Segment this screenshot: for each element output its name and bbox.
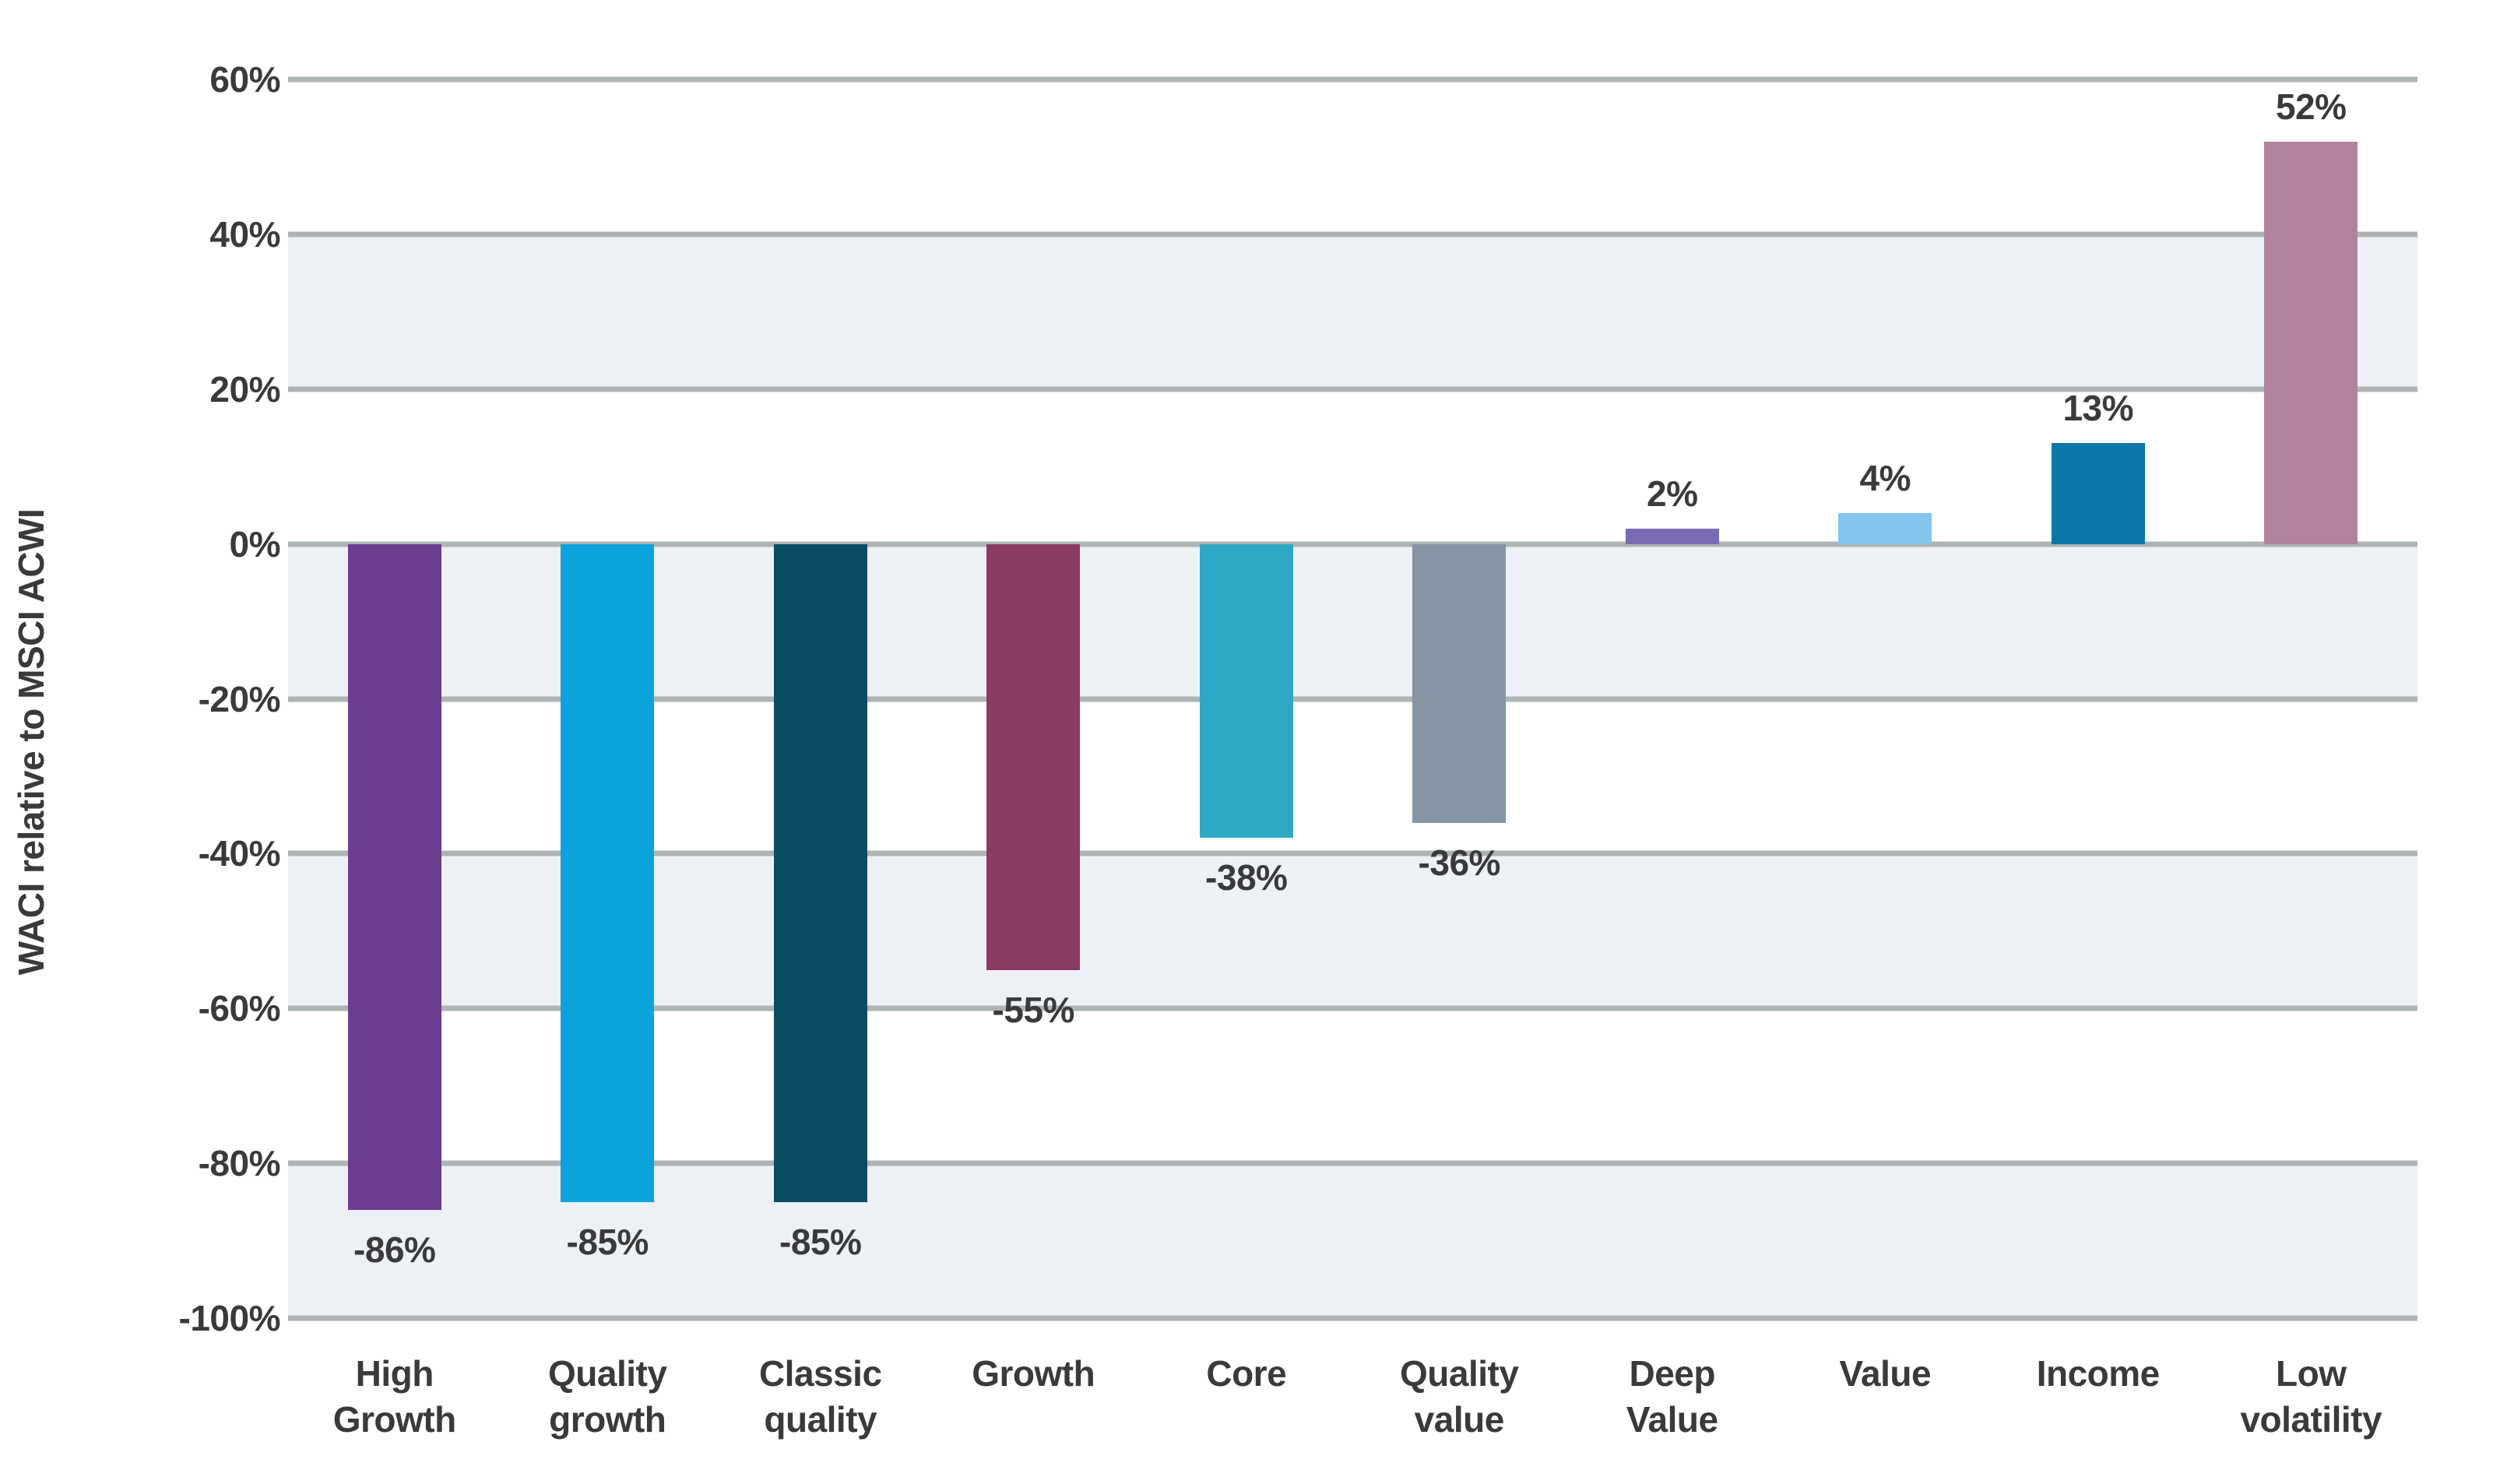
- x-axis-tick-line: volatility: [2240, 1399, 2382, 1440]
- bar[interactable]: [1199, 543, 1293, 839]
- bar-value-label: 52%: [2275, 86, 2347, 127]
- y-axis-title: WACI relative to MSCI ACWI: [11, 508, 51, 976]
- bar-slot: 4%: [1779, 79, 1992, 1318]
- bar-value-label: -85%: [566, 1221, 649, 1262]
- bar-value-label: -85%: [779, 1221, 862, 1262]
- bar[interactable]: [561, 543, 655, 1202]
- bar[interactable]: [1412, 543, 1507, 823]
- x-axis-tick-growth: Growth: [927, 1351, 1141, 1397]
- plot-area: -86% -85% -85% -55% -38% -36% 2% 4% 13% 52%: [288, 76, 2417, 1321]
- y-axis-tick-neg80: -80%: [198, 1143, 281, 1184]
- bar-value-label: -36%: [1418, 842, 1501, 883]
- x-axis-tick-low-volatility: Low volatility: [2205, 1351, 2418, 1443]
- bar[interactable]: [347, 543, 441, 1210]
- bar-slot: -38%: [1140, 79, 1353, 1318]
- x-axis-tick-classic-quality: Classic quality: [714, 1351, 927, 1443]
- x-axis-tick-line: Income: [2036, 1353, 2161, 1394]
- x-axis-tick-line: Core: [1206, 1353, 1287, 1394]
- x-axis-tick-line: quality: [764, 1399, 877, 1440]
- bar[interactable]: [1838, 512, 1932, 544]
- x-axis-tick-income: Income: [1992, 1351, 2205, 1397]
- x-axis-tick-line: Classic: [758, 1353, 882, 1394]
- x-axis-tick-line: value: [1414, 1399, 1505, 1440]
- x-axis-tick-deep-value: Deep Value: [1566, 1351, 1779, 1443]
- x-axis-tick-quality-growth: Quality growth: [501, 1351, 715, 1443]
- bar-chart-figure: WACI relative to MSCI ACWI 60% 40% 20% 0% -2…: [0, 0, 2507, 1484]
- bar-value-label: 4%: [1859, 457, 1911, 498]
- y-axis-tick-neg20: -20%: [198, 678, 281, 719]
- x-axis-tick-core: Core: [1140, 1351, 1353, 1397]
- bar-value-label: 13%: [2062, 388, 2134, 429]
- y-axis-tick-labels: 60% 40% 20% 0% -20% -40% -60% -80% -100%: [70, 0, 281, 1484]
- bar[interactable]: [986, 543, 1081, 970]
- bar-value-label: -86%: [353, 1229, 436, 1270]
- bar-slot: -85%: [501, 79, 715, 1318]
- x-axis-tick-line: Quality: [1400, 1353, 1519, 1394]
- x-axis-tick-quality-value: Quality value: [1353, 1351, 1566, 1443]
- y-axis-tick-neg60: -60%: [198, 988, 281, 1029]
- bar-slot: -55%: [927, 79, 1141, 1318]
- x-axis-tick-line: Deep: [1629, 1353, 1716, 1394]
- bar[interactable]: [2051, 443, 2145, 544]
- bar-slot: -36%: [1353, 79, 1566, 1318]
- x-axis-tick-labels: High Growth Quality growth Classic quality Gro…: [288, 1351, 2417, 1475]
- bar-slot: 2%: [1566, 79, 1779, 1318]
- bar-series: -86% -85% -85% -55% -38% -36% 2% 4% 13% 52%: [288, 79, 2417, 1318]
- x-axis-tick-line: Value: [1626, 1399, 1718, 1440]
- x-axis-tick-line: Quality: [548, 1353, 667, 1394]
- x-axis-tick-value: Value: [1779, 1351, 1992, 1397]
- x-axis-tick-line: growth: [549, 1399, 666, 1440]
- y-axis-tick-neg100: -100%: [178, 1298, 281, 1338]
- bar-slot: -85%: [714, 79, 927, 1318]
- bar-value-label: -55%: [992, 989, 1075, 1030]
- bar[interactable]: [1625, 528, 1719, 544]
- bar-slot: 52%: [2205, 79, 2418, 1318]
- y-axis-tick-60: 60%: [209, 59, 280, 100]
- x-axis-tick-high-growth: High Growth: [288, 1351, 501, 1443]
- bar-slot: 13%: [1992, 79, 2205, 1318]
- x-axis-tick-line: Low: [2276, 1353, 2347, 1394]
- bar-value-label: 2%: [1647, 473, 1698, 514]
- y-axis-tick-40: 40%: [209, 213, 280, 255]
- x-axis-tick-line: Growth: [972, 1353, 1095, 1394]
- y-axis-tick-0: 0%: [229, 523, 281, 564]
- bar-slot: -86%: [288, 79, 501, 1318]
- y-axis-tick-neg40: -40%: [198, 833, 281, 874]
- x-axis-tick-line: Value: [1839, 1353, 1932, 1394]
- bar[interactable]: [2264, 141, 2358, 544]
- y-axis-tick-20: 20%: [209, 368, 280, 410]
- bar-value-label: -38%: [1205, 857, 1288, 898]
- bar[interactable]: [773, 543, 867, 1202]
- x-axis-tick-line: Growth: [332, 1399, 456, 1440]
- x-axis-tick-line: High: [355, 1353, 434, 1394]
